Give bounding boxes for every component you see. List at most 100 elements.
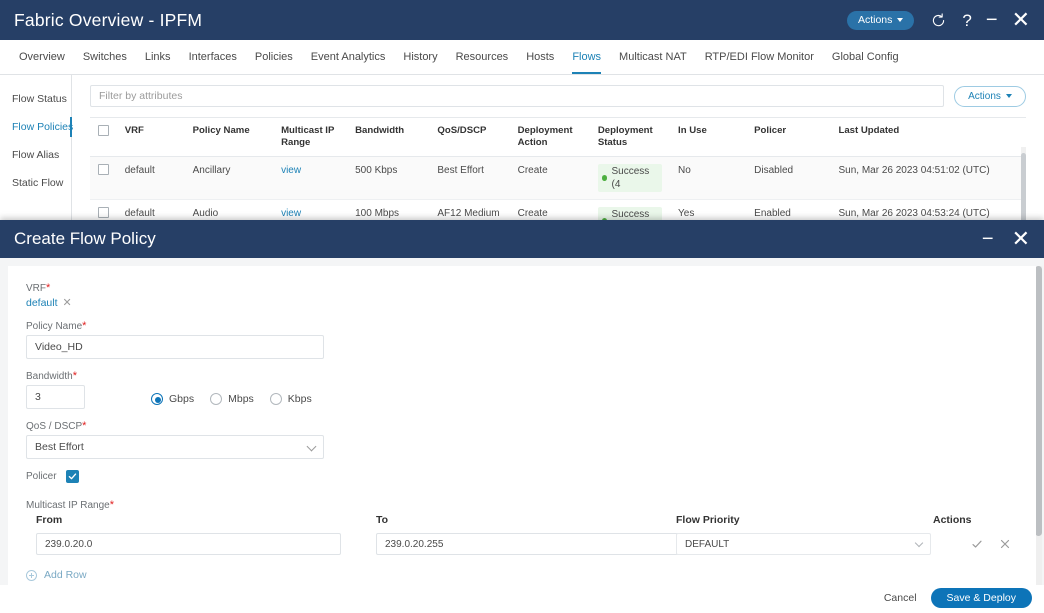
- col-qos-dscp[interactable]: QoS/DSCP: [429, 117, 510, 157]
- filter-input[interactable]: [90, 85, 944, 107]
- row-checkbox[interactable]: [98, 206, 109, 218]
- col-deployment-status[interactable]: Deployment Status: [589, 117, 671, 157]
- required-marker: *: [46, 282, 51, 294]
- cell-last-updated: Sun, Mar 26 2023 04:51:02 (UTC): [830, 156, 1026, 200]
- to-ip-input[interactable]: [376, 533, 681, 555]
- sidebar-item-static-flow[interactable]: Static Flow: [0, 169, 71, 197]
- tab-links[interactable]: Links: [136, 40, 180, 74]
- status-dot-icon: [601, 174, 608, 181]
- cell-policer: Disabled: [746, 156, 831, 200]
- qos-dscp-label: QoS / DSCP*: [26, 420, 1018, 432]
- multicast-ip-range-label-text: Multicast IP Range: [26, 500, 110, 511]
- tab-event-analytics[interactable]: Event Analytics: [302, 40, 395, 74]
- cell-deployment-action: Create: [509, 156, 590, 200]
- policy-name-input[interactable]: [26, 335, 324, 359]
- bandwidth-input[interactable]: [26, 385, 85, 409]
- vrf-label: VRF*: [26, 282, 1018, 294]
- close-icon[interactable]: ✕: [63, 297, 72, 309]
- add-row-label: Add Row: [44, 569, 87, 581]
- modal-header: Create Flow Policy − ✕: [0, 220, 1044, 258]
- minimize-icon[interactable]: −: [982, 229, 994, 249]
- cell-multicast-ip-range: view: [273, 156, 348, 200]
- cancel-button[interactable]: Cancel: [884, 592, 917, 604]
- cell-qos-dscp: Best Effort: [429, 156, 510, 200]
- tab-switches[interactable]: Switches: [74, 40, 136, 74]
- bandwidth-unit-radios: Gbps Mbps Kbps: [151, 393, 312, 409]
- policer-label: Policer: [26, 471, 57, 482]
- modal-scrollbar-thumb[interactable]: [1035, 266, 1042, 536]
- col-in-use[interactable]: In Use: [670, 117, 747, 157]
- policy-name-label-text: Policy Name: [26, 321, 83, 332]
- cell-in-use: No: [670, 156, 747, 200]
- bandwidth-unit-mbps-label: Mbps: [228, 393, 254, 405]
- qos-dscp-select-wrapper: Best Effort: [26, 435, 324, 459]
- required-marker: *: [82, 320, 87, 332]
- tab-resources[interactable]: Resources: [447, 40, 518, 74]
- close-icon[interactable]: ✕: [1012, 228, 1030, 250]
- required-marker: *: [109, 499, 115, 511]
- policy-name-field: Policy Name*: [26, 320, 1018, 359]
- close-icon[interactable]: [999, 538, 1011, 550]
- modal-form-panel: VRF* default ✕ Policy Name* Video_HD Ban…: [8, 266, 1036, 585]
- select-all-header: [90, 117, 117, 157]
- sidebar-item-flow-policies[interactable]: Flow Policies: [0, 113, 73, 141]
- multicast-range-row: DEFAULT: [26, 533, 1018, 555]
- policer-checkbox[interactable]: [65, 470, 79, 483]
- col-multicast-ip-range[interactable]: Multicast IP Range: [273, 117, 348, 157]
- view-link[interactable]: view: [281, 165, 301, 176]
- sidebar-item-flow-alias[interactable]: Flow Alias: [0, 141, 71, 169]
- plus-circle-icon: [26, 569, 37, 581]
- bandwidth-unit-kbps[interactable]: Kbps: [269, 393, 312, 405]
- minimize-icon[interactable]: −: [986, 10, 998, 30]
- multicast-ip-range-label: Multicast IP Range*: [26, 499, 1018, 511]
- tab-flows[interactable]: Flows: [563, 40, 610, 74]
- vrf-label-text: VRF: [26, 283, 46, 294]
- from-ip-input[interactable]: [36, 533, 341, 555]
- select-all-checkbox[interactable]: [98, 125, 109, 136]
- refresh-icon[interactable]: [928, 10, 948, 30]
- tab-multicast-nat[interactable]: Multicast NAT: [610, 40, 696, 74]
- app-root: Fabric Overview - IPFM Actions ? − ✕ Ove…: [0, 0, 1044, 613]
- save-and-deploy-button[interactable]: Save & Deploy: [930, 587, 1032, 608]
- bandwidth-field: Bandwidth* Gbps Mbps: [26, 370, 1018, 409]
- radio-off-icon: [269, 393, 282, 405]
- sidebar-item-flow-status[interactable]: Flow Status: [0, 85, 71, 113]
- col-bandwidth[interactable]: Bandwidth: [347, 117, 430, 157]
- table-actions-button[interactable]: Actions: [954, 85, 1026, 107]
- tab-interfaces[interactable]: Interfaces: [180, 40, 246, 74]
- col-vrf[interactable]: VRF: [116, 117, 185, 157]
- flow-priority-select[interactable]: DEFAULT: [676, 533, 931, 555]
- col-to: To: [376, 514, 389, 526]
- tab-rtp-edi-flow-monitor[interactable]: RTP/EDI Flow Monitor: [696, 40, 823, 74]
- col-last-updated[interactable]: Last Updated: [830, 117, 1026, 157]
- table-toolbar: Actions: [90, 85, 1026, 107]
- help-icon[interactable]: ?: [962, 12, 971, 29]
- qos-dscp-select[interactable]: Best Effort: [26, 435, 324, 459]
- add-row-button[interactable]: Add Row: [26, 569, 1018, 581]
- qos-dscp-label-text: QoS / DSCP: [26, 421, 83, 432]
- required-marker: *: [82, 420, 87, 432]
- tab-global-config[interactable]: Global Config: [823, 40, 908, 74]
- col-policer[interactable]: Policer: [746, 117, 831, 157]
- qos-dscp-field: QoS / DSCP* Best Effort: [26, 420, 1018, 459]
- table-row[interactable]: default Ancillary view 500 Kbps Best Eff…: [90, 156, 1026, 200]
- window-actions-button[interactable]: Actions: [846, 10, 915, 30]
- bandwidth-label: Bandwidth*: [26, 370, 1018, 382]
- modal-title: Create Flow Policy: [14, 229, 156, 248]
- tab-history[interactable]: History: [394, 40, 446, 74]
- status-text: Success (4: [611, 165, 650, 190]
- flow-priority-cell: DEFAULT: [676, 533, 933, 555]
- bandwidth-unit-gbps-label: Gbps: [169, 393, 195, 405]
- bandwidth-unit-mbps[interactable]: Mbps: [210, 393, 254, 405]
- col-deployment-action[interactable]: Deployment Action: [509, 117, 590, 157]
- close-icon[interactable]: ✕: [1012, 9, 1030, 31]
- tab-hosts[interactable]: Hosts: [517, 40, 563, 74]
- col-policy-name[interactable]: Policy Name: [184, 117, 274, 157]
- check-icon[interactable]: [971, 538, 983, 550]
- tab-overview[interactable]: Overview: [10, 40, 74, 74]
- bandwidth-unit-gbps[interactable]: Gbps: [151, 393, 194, 405]
- row-checkbox[interactable]: [98, 163, 109, 175]
- status-badge: Success (4: [597, 163, 663, 192]
- tab-policies[interactable]: Policies: [246, 40, 302, 74]
- view-link[interactable]: view: [281, 208, 301, 219]
